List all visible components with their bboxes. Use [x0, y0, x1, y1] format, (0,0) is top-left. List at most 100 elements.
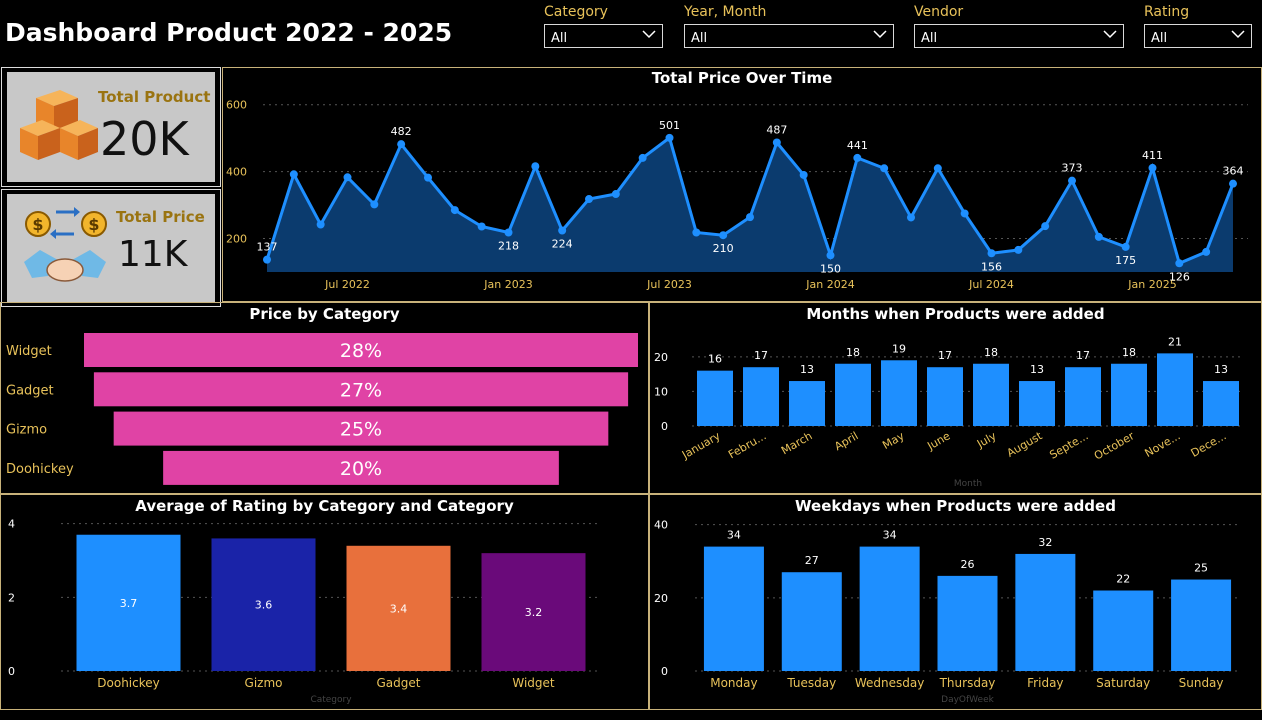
data-point [1041, 222, 1050, 231]
bar [835, 363, 871, 426]
vendor-slicer[interactable]: Vendor All [914, 4, 1124, 48]
data-label: 411 [1142, 149, 1163, 162]
bar [881, 360, 917, 426]
data-point [585, 195, 593, 204]
months-bar-chart: 0 10 20 16 January 17 Febru... 13 March 18 April 19… [654, 335, 1244, 489]
data-point [960, 209, 969, 218]
x-tick-label: June [924, 429, 952, 453]
category-label: Gadget [6, 383, 54, 398]
dropdown-value: All [691, 31, 708, 46]
dropdown-value: All [921, 31, 938, 46]
y-tick-label: 40 [654, 519, 668, 532]
category-label: Gizmo [6, 423, 47, 438]
y-tick-label: 0 [8, 665, 15, 678]
x-tick-label: Septe... [1047, 429, 1090, 461]
data-point [880, 164, 889, 173]
data-label: 150 [820, 262, 841, 275]
x-tick-label: January [679, 429, 723, 462]
category-slicer[interactable]: Category All [544, 4, 663, 48]
data-point [397, 140, 406, 149]
data-point [289, 170, 298, 179]
year-month-dropdown[interactable]: All [684, 24, 894, 48]
data-point [746, 213, 754, 222]
data-point [263, 255, 271, 264]
data-label: 210 [713, 242, 734, 255]
price-by-category-panel: Price by Category Widget 28% Gadget 27% Gizm… [0, 302, 649, 494]
rating-dropdown[interactable]: All [1144, 24, 1252, 48]
bar-value-label: 18 [1122, 346, 1136, 359]
data-point [1175, 259, 1184, 268]
data-point [531, 162, 540, 171]
x-tick-label: May [880, 429, 907, 452]
data-point [826, 251, 835, 260]
bar-value-label: 26 [961, 558, 975, 571]
x-tick-label: April [832, 429, 860, 453]
x-tick-label: Wednesday [855, 676, 924, 690]
x-tick-label: Doohickey [97, 676, 159, 690]
x-tick-label: August [1005, 429, 1045, 460]
x-tick-label: Jan 2024 [805, 278, 854, 291]
y-tick-label: 200 [226, 233, 247, 246]
bar [743, 367, 779, 426]
data-label: 482 [391, 125, 412, 138]
boxes-icon [20, 90, 98, 160]
bar-value-label: 17 [938, 349, 952, 362]
chevron-down-icon [1231, 30, 1245, 39]
bar-value-label: 18 [846, 346, 860, 359]
rating-panel: Average of Rating by Category and Catego… [0, 494, 649, 710]
data-label: 218 [498, 240, 519, 253]
bar [1203, 381, 1239, 426]
bar [973, 363, 1009, 426]
x-tick-label: Jul 2022 [324, 278, 370, 291]
category-dropdown[interactable]: All [544, 24, 663, 48]
data-point [987, 249, 996, 258]
x-tick-label: October [1092, 429, 1137, 463]
data-point [692, 228, 701, 237]
bar [1111, 363, 1147, 426]
x-tick-label: Widget [512, 676, 555, 690]
total-product-label: Total Product [98, 88, 211, 106]
data-label: 156 [981, 260, 1002, 273]
total-price-value: 11K [118, 234, 188, 275]
data-point [719, 231, 728, 240]
rating-bar-chart: 0 2 4 3.7 Doohickey 3.6 Gizmo 3.4 Gadget 3.2 Widge… [8, 518, 601, 705]
total-price-card: $ $ Total Price 11K [1, 189, 221, 307]
weekdays-bar-chart: 0 20 40 34 Monday 27 Tuesday 34 Wednesday 26 Thurs… [654, 519, 1240, 705]
bar-value-label: 25 [1194, 562, 1208, 575]
bar [1171, 579, 1232, 671]
data-point [1014, 245, 1023, 254]
bar-value-label: 3.2 [525, 606, 543, 619]
x-tick-label: Jan 2023 [483, 278, 532, 291]
bar-value-label: 25% [340, 419, 382, 441]
total-product-value: 20K [100, 112, 189, 166]
year-month-slicer[interactable]: Year, Month All [684, 4, 894, 48]
bar-value-label: 3.4 [390, 602, 408, 615]
rating-slicer[interactable]: Rating All [1144, 4, 1252, 48]
slicer-label: Year, Month [684, 4, 767, 20]
bar-value-label: 34 [727, 529, 741, 542]
x-tick-label: Friday [1027, 676, 1063, 690]
bar-value-label: 27% [340, 379, 382, 401]
bar-value-label: 3.7 [120, 597, 138, 610]
slicer-label: Rating [1144, 4, 1190, 20]
data-point [450, 206, 459, 215]
data-point [907, 213, 915, 222]
data-point [1202, 247, 1211, 256]
vendor-dropdown[interactable]: All [914, 24, 1124, 48]
data-label: 487 [766, 124, 787, 137]
data-label: 501 [659, 119, 680, 132]
data-point [558, 226, 567, 235]
data-point [343, 173, 352, 182]
chevron-down-icon [873, 30, 887, 39]
chevron-down-icon [1103, 30, 1117, 39]
svg-text:$: $ [32, 215, 43, 234]
months-panel: Months when Products were added 0 10 20 16 J… [649, 302, 1262, 494]
x-tick-label: Jul 2023 [646, 278, 692, 291]
data-point [933, 164, 942, 173]
x-tick-label: Monday [710, 676, 757, 690]
bar [937, 575, 998, 671]
x-axis-label: DayOfWeek [941, 695, 994, 705]
bar-value-label: 27 [805, 554, 819, 567]
bar [1015, 553, 1076, 671]
total-price-over-time-panel: Total Price Over Time 200 400 600 Jul 2022 J… [222, 67, 1262, 302]
